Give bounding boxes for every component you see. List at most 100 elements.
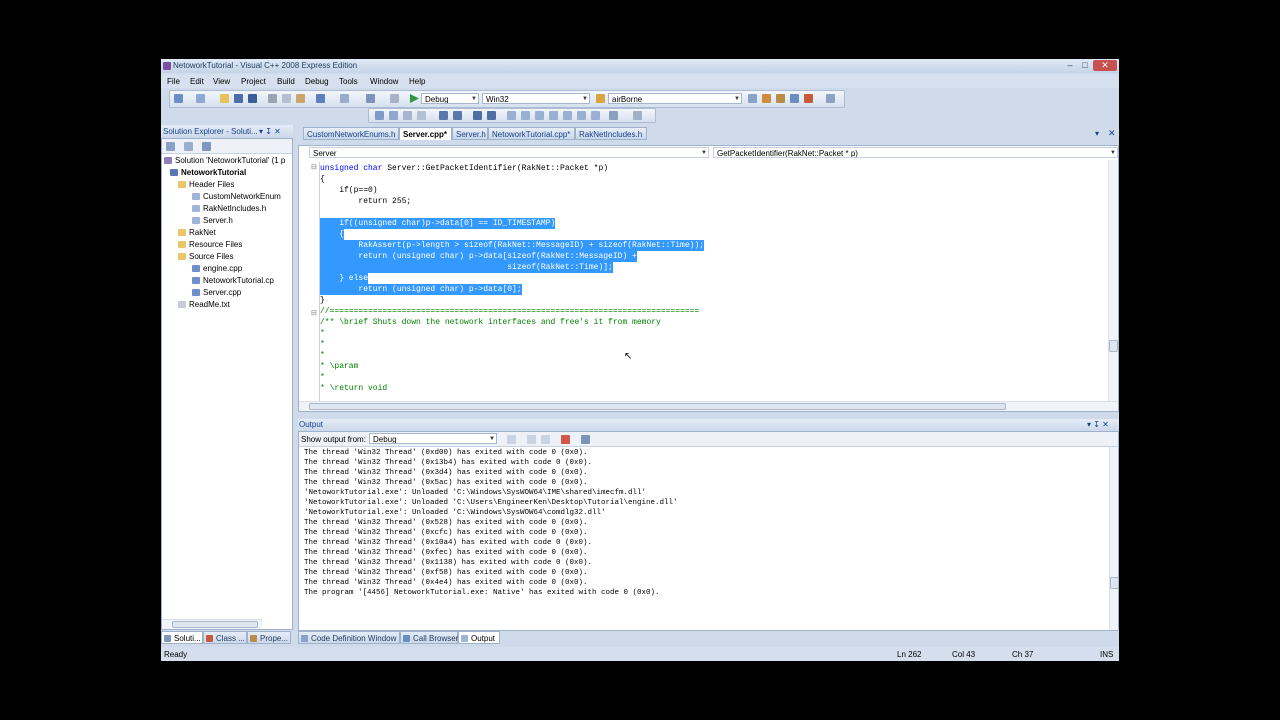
undo-icon[interactable] [316,94,325,103]
tree-folder[interactable]: Resource Files [178,239,242,250]
tab-solution-explorer[interactable]: Soluti... [161,631,203,644]
scope-select[interactable]: Server ▼ [309,147,709,158]
tab-properties[interactable]: Prope... [247,631,291,644]
quick-info-icon[interactable] [403,111,412,120]
new-project-icon[interactable] [174,94,183,103]
toolbar-options-icon[interactable] [633,111,642,120]
prev-bookmark-doc-icon[interactable] [577,111,586,120]
comment-icon[interactable] [473,111,482,120]
save-icon[interactable] [234,94,243,103]
redo-icon[interactable] [340,94,349,103]
collapse-icon[interactable]: ⊟ [311,163,317,171]
tree-folder[interactable]: RakNet [178,227,216,238]
next-bookmark-icon[interactable] [535,111,544,120]
tree-project[interactable]: NetoworkTutorial [170,167,246,178]
tab-call-browser[interactable]: Call Browser [400,631,458,644]
uncomment-icon[interactable] [487,111,496,120]
tab-server-cpp[interactable]: Server.cpp* [399,127,452,140]
navigate-icon[interactable] [366,94,375,103]
tree-file[interactable]: engine.cpp [192,263,242,274]
menu-window[interactable]: Window [370,77,398,86]
paste-icon[interactable] [296,94,305,103]
member-list-icon[interactable] [375,111,384,120]
clear-all-icon[interactable] [561,435,570,444]
complete-word-icon[interactable] [417,111,426,120]
solution-config-select[interactable]: Debug ▼ [421,93,479,104]
tab-raknetincludes[interactable]: RakNetIncludes.h [575,127,647,140]
tree-solution[interactable]: Solution 'NetoworkTutorial' (1 p [164,155,285,166]
collapse-icon[interactable]: ⊟ [311,309,317,317]
menu-debug[interactable]: Debug [305,77,329,86]
next-bookmark-doc-icon[interactable] [591,111,600,120]
scroll-thumb[interactable] [172,621,258,628]
tree-file[interactable]: ReadMe.txt [178,299,230,310]
menu-edit[interactable]: Edit [190,77,204,86]
more-commands-icon[interactable] [826,94,835,103]
open-icon[interactable] [220,94,229,103]
refresh-icon[interactable] [202,142,211,151]
tab-customnetworkenums[interactable]: CustomNetworkEnums.h [303,127,399,140]
output-vscroll[interactable] [1109,447,1118,630]
find-combo[interactable]: airBorne ▼ [608,93,742,104]
tab-dropdown-icon[interactable]: ▾ [1095,129,1099,138]
menu-tools[interactable]: Tools [339,77,358,86]
increase-indent-icon[interactable] [453,111,462,120]
platform-select[interactable]: Win32 ▼ [482,93,590,104]
save-all-icon[interactable] [248,94,257,103]
class-view-icon[interactable] [804,94,813,103]
parameter-info-icon[interactable] [389,111,398,120]
add-item-icon[interactable] [196,94,205,103]
tab-netoworktutorial-cpp[interactable]: NetoworkTutorial.cpp* [488,127,575,140]
bookmark-icon[interactable] [507,111,516,120]
menu-build[interactable]: Build [277,77,295,86]
tab-server-h[interactable]: Server.h [452,127,488,140]
tree-file[interactable]: CustomNetworkEnum [192,191,281,202]
toolbox-icon[interactable] [790,94,799,103]
menu-help[interactable]: Help [409,77,425,86]
next-message-icon[interactable] [541,435,550,444]
menu-project[interactable]: Project [241,77,266,86]
prev-bookmark-icon[interactable] [521,111,530,120]
tree-file[interactable]: Server.cpp [192,287,241,298]
menu-view[interactable]: View [213,77,230,86]
properties-icon[interactable] [776,94,785,103]
tab-output[interactable]: Output [458,631,500,644]
decrease-indent-icon[interactable] [439,111,448,120]
navigate-forward-icon[interactable] [390,94,399,103]
clear-bookmarks-icon[interactable] [609,111,618,120]
tree-file[interactable]: NetoworkTutorial.cp [192,275,274,286]
properties-icon[interactable] [166,142,175,151]
tab-class-view[interactable]: Class ... [203,631,247,644]
menu-file[interactable]: File [167,77,180,86]
prev-message-icon[interactable] [527,435,536,444]
minimize-button[interactable]: – [1063,60,1077,71]
tab-code-definition[interactable]: Code Definition Window [298,631,400,644]
maximize-button[interactable]: □ [1078,60,1092,71]
pin-icon[interactable]: ▾ ↧ ✕ [1087,420,1109,429]
copy-icon[interactable] [282,94,291,103]
output-source-select[interactable]: Debug ▼ [369,433,497,444]
word-wrap-icon[interactable] [581,435,590,444]
editor-vscroll[interactable] [1108,160,1118,401]
close-document-icon[interactable]: ✕ [1108,128,1116,139]
solution-explorer-icon[interactable] [762,94,771,103]
scroll-thumb[interactable] [1110,577,1118,589]
tree-file[interactable]: Server.h [192,215,233,226]
tree-folder[interactable]: Source Files [178,251,233,262]
pin-icon[interactable]: ▾ ↧ ✕ [259,127,281,136]
find-in-files-icon[interactable] [596,94,605,103]
solution-explorer-hscroll[interactable] [162,619,262,629]
next-bookmark-folder-icon[interactable] [563,111,572,120]
start-debug-icon[interactable] [410,94,419,103]
member-select[interactable]: GetPacketIdentifier(RakNet::Packet * p) ▼ [713,147,1118,158]
find-message-icon[interactable] [507,435,516,444]
cut-icon[interactable] [268,94,277,103]
close-button[interactable]: ✕ [1093,60,1117,71]
prev-bookmark-folder-icon[interactable] [549,111,558,120]
tree-file[interactable]: RakNetIncludes.h [192,203,266,214]
tree-header-files[interactable]: Header Files [178,179,234,190]
editor-hscroll[interactable] [299,401,1118,411]
code-editor[interactable]: Server ▼ GetPacketIdentifier(RakNet::Pack… [298,145,1119,412]
find-icon[interactable] [748,94,757,103]
scroll-thumb[interactable] [309,403,1006,410]
